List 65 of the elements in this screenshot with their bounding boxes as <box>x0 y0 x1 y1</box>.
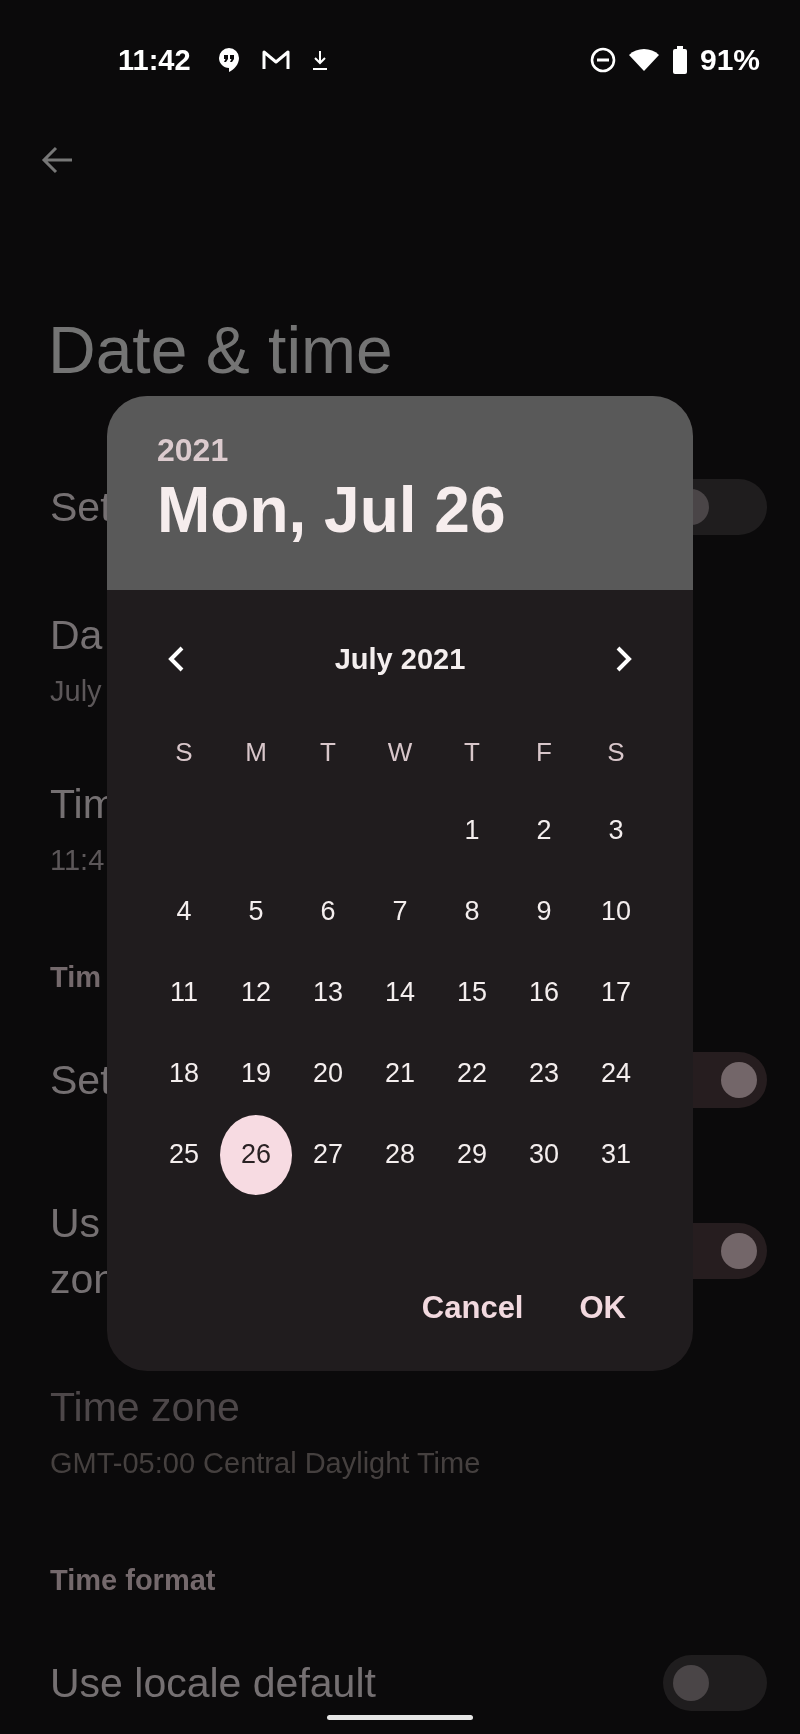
chevron-left-icon <box>167 645 185 673</box>
day-button[interactable]: 7 <box>364 871 436 952</box>
do-not-disturb-icon <box>589 47 616 73</box>
chat-bubble-icon <box>216 47 241 73</box>
day-button[interactable]: 26 <box>220 1114 292 1195</box>
day-button[interactable]: 20 <box>292 1033 364 1114</box>
section-header: Tim <box>50 960 102 995</box>
day-button[interactable]: 21 <box>364 1033 436 1114</box>
day-button[interactable]: 25 <box>148 1114 220 1195</box>
day-button[interactable]: 30 <box>508 1114 580 1195</box>
day-button[interactable]: 5 <box>220 871 292 952</box>
day-button[interactable]: 28 <box>364 1114 436 1195</box>
section-header: Time format <box>50 1563 216 1598</box>
wifi-icon <box>627 48 660 72</box>
day-button[interactable]: 31 <box>580 1114 652 1195</box>
day-button[interactable]: 10 <box>580 871 652 952</box>
day-button[interactable]: 14 <box>364 952 436 1033</box>
day-button[interactable]: 16 <box>508 952 580 1033</box>
day-button[interactable]: 15 <box>436 952 508 1033</box>
day-button[interactable]: 19 <box>220 1033 292 1114</box>
day-button[interactable]: 29 <box>436 1114 508 1195</box>
setting-title: Set <box>50 1055 112 1105</box>
mail-icon <box>260 49 291 71</box>
chevron-right-icon <box>615 645 633 673</box>
day-button[interactable]: 2 <box>508 790 580 871</box>
status-time: 11:42 <box>118 43 191 77</box>
setting-title: Set <box>50 482 112 532</box>
day-button[interactable]: 18 <box>148 1033 220 1114</box>
dialog-button[interactable]: OK <box>563 1276 642 1340</box>
battery-icon <box>671 46 688 74</box>
dialog-button[interactable]: Cancel <box>405 1276 540 1340</box>
day-button[interactable]: 24 <box>580 1033 652 1114</box>
weekday-label: T <box>464 736 480 768</box>
setting-title: Use locale default <box>50 1658 376 1708</box>
day-button[interactable]: 22 <box>436 1033 508 1114</box>
weekday-label: W <box>387 736 413 768</box>
day-button[interactable]: 23 <box>508 1033 580 1114</box>
day-button[interactable]: 3 <box>580 790 652 871</box>
day-button[interactable]: 9 <box>508 871 580 952</box>
weekday-label: T <box>320 736 336 768</box>
month-label: July 2021 <box>334 642 466 676</box>
day-button[interactable]: 8 <box>436 871 508 952</box>
day-button[interactable]: 1 <box>436 790 508 871</box>
setting-value: July <box>50 673 102 709</box>
setting-title: Da <box>50 610 103 660</box>
day-button[interactable]: 27 <box>292 1114 364 1195</box>
weekday-label: S <box>607 736 625 768</box>
setting-title: Time zone <box>50 1382 240 1432</box>
selected-date: Mon, Jul 26 <box>157 473 506 548</box>
selected-year[interactable]: 2021 <box>157 430 229 470</box>
weekday-label: S <box>175 736 193 768</box>
weekday-label: F <box>536 736 552 768</box>
day-button[interactable]: 17 <box>580 952 652 1033</box>
day-button[interactable]: 6 <box>292 871 364 952</box>
battery-percent: 91% <box>699 43 760 77</box>
setting-value: 11:4 <box>50 842 105 878</box>
back-arrow-icon[interactable] <box>40 145 74 175</box>
weekday-label: M <box>245 736 267 768</box>
day-button[interactable]: 4 <box>148 871 220 952</box>
day-button[interactable]: 11 <box>148 952 220 1033</box>
day-button[interactable]: 13 <box>292 952 364 1033</box>
page-title: Date & time <box>48 312 393 389</box>
day-button[interactable]: 12 <box>220 952 292 1033</box>
setting-value: GMT-05:00 Central Daylight Time <box>50 1445 481 1481</box>
download-icon <box>310 49 329 71</box>
